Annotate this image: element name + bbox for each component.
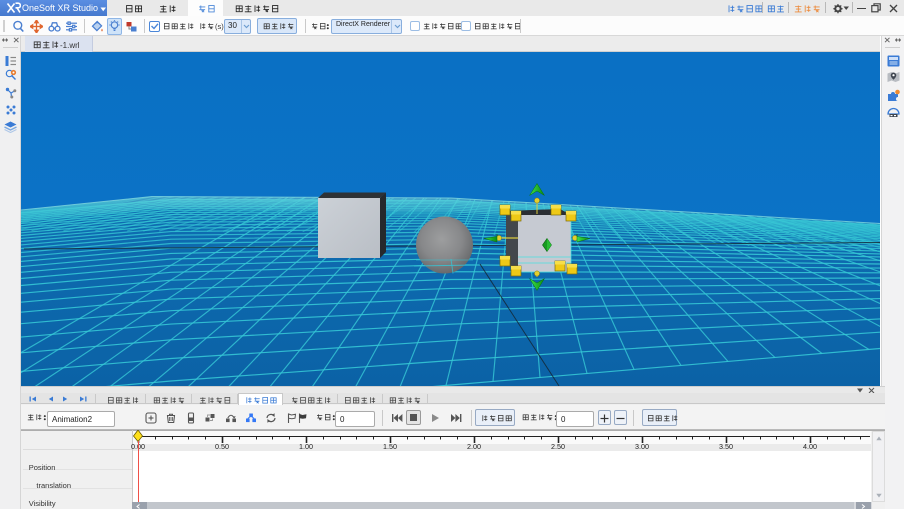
svg-text:2.50: 2.50 (551, 442, 565, 451)
svg-text:1.50: 1.50 (383, 442, 397, 451)
svg-text:1.00: 1.00 (299, 442, 313, 451)
svg-text:2.00: 2.00 (467, 442, 481, 451)
svg-text:3.50: 3.50 (719, 442, 733, 451)
svg-text:0.50: 0.50 (215, 442, 229, 451)
svg-text:4.00: 4.00 (803, 442, 817, 451)
svg-text:3.00: 3.00 (635, 442, 649, 451)
